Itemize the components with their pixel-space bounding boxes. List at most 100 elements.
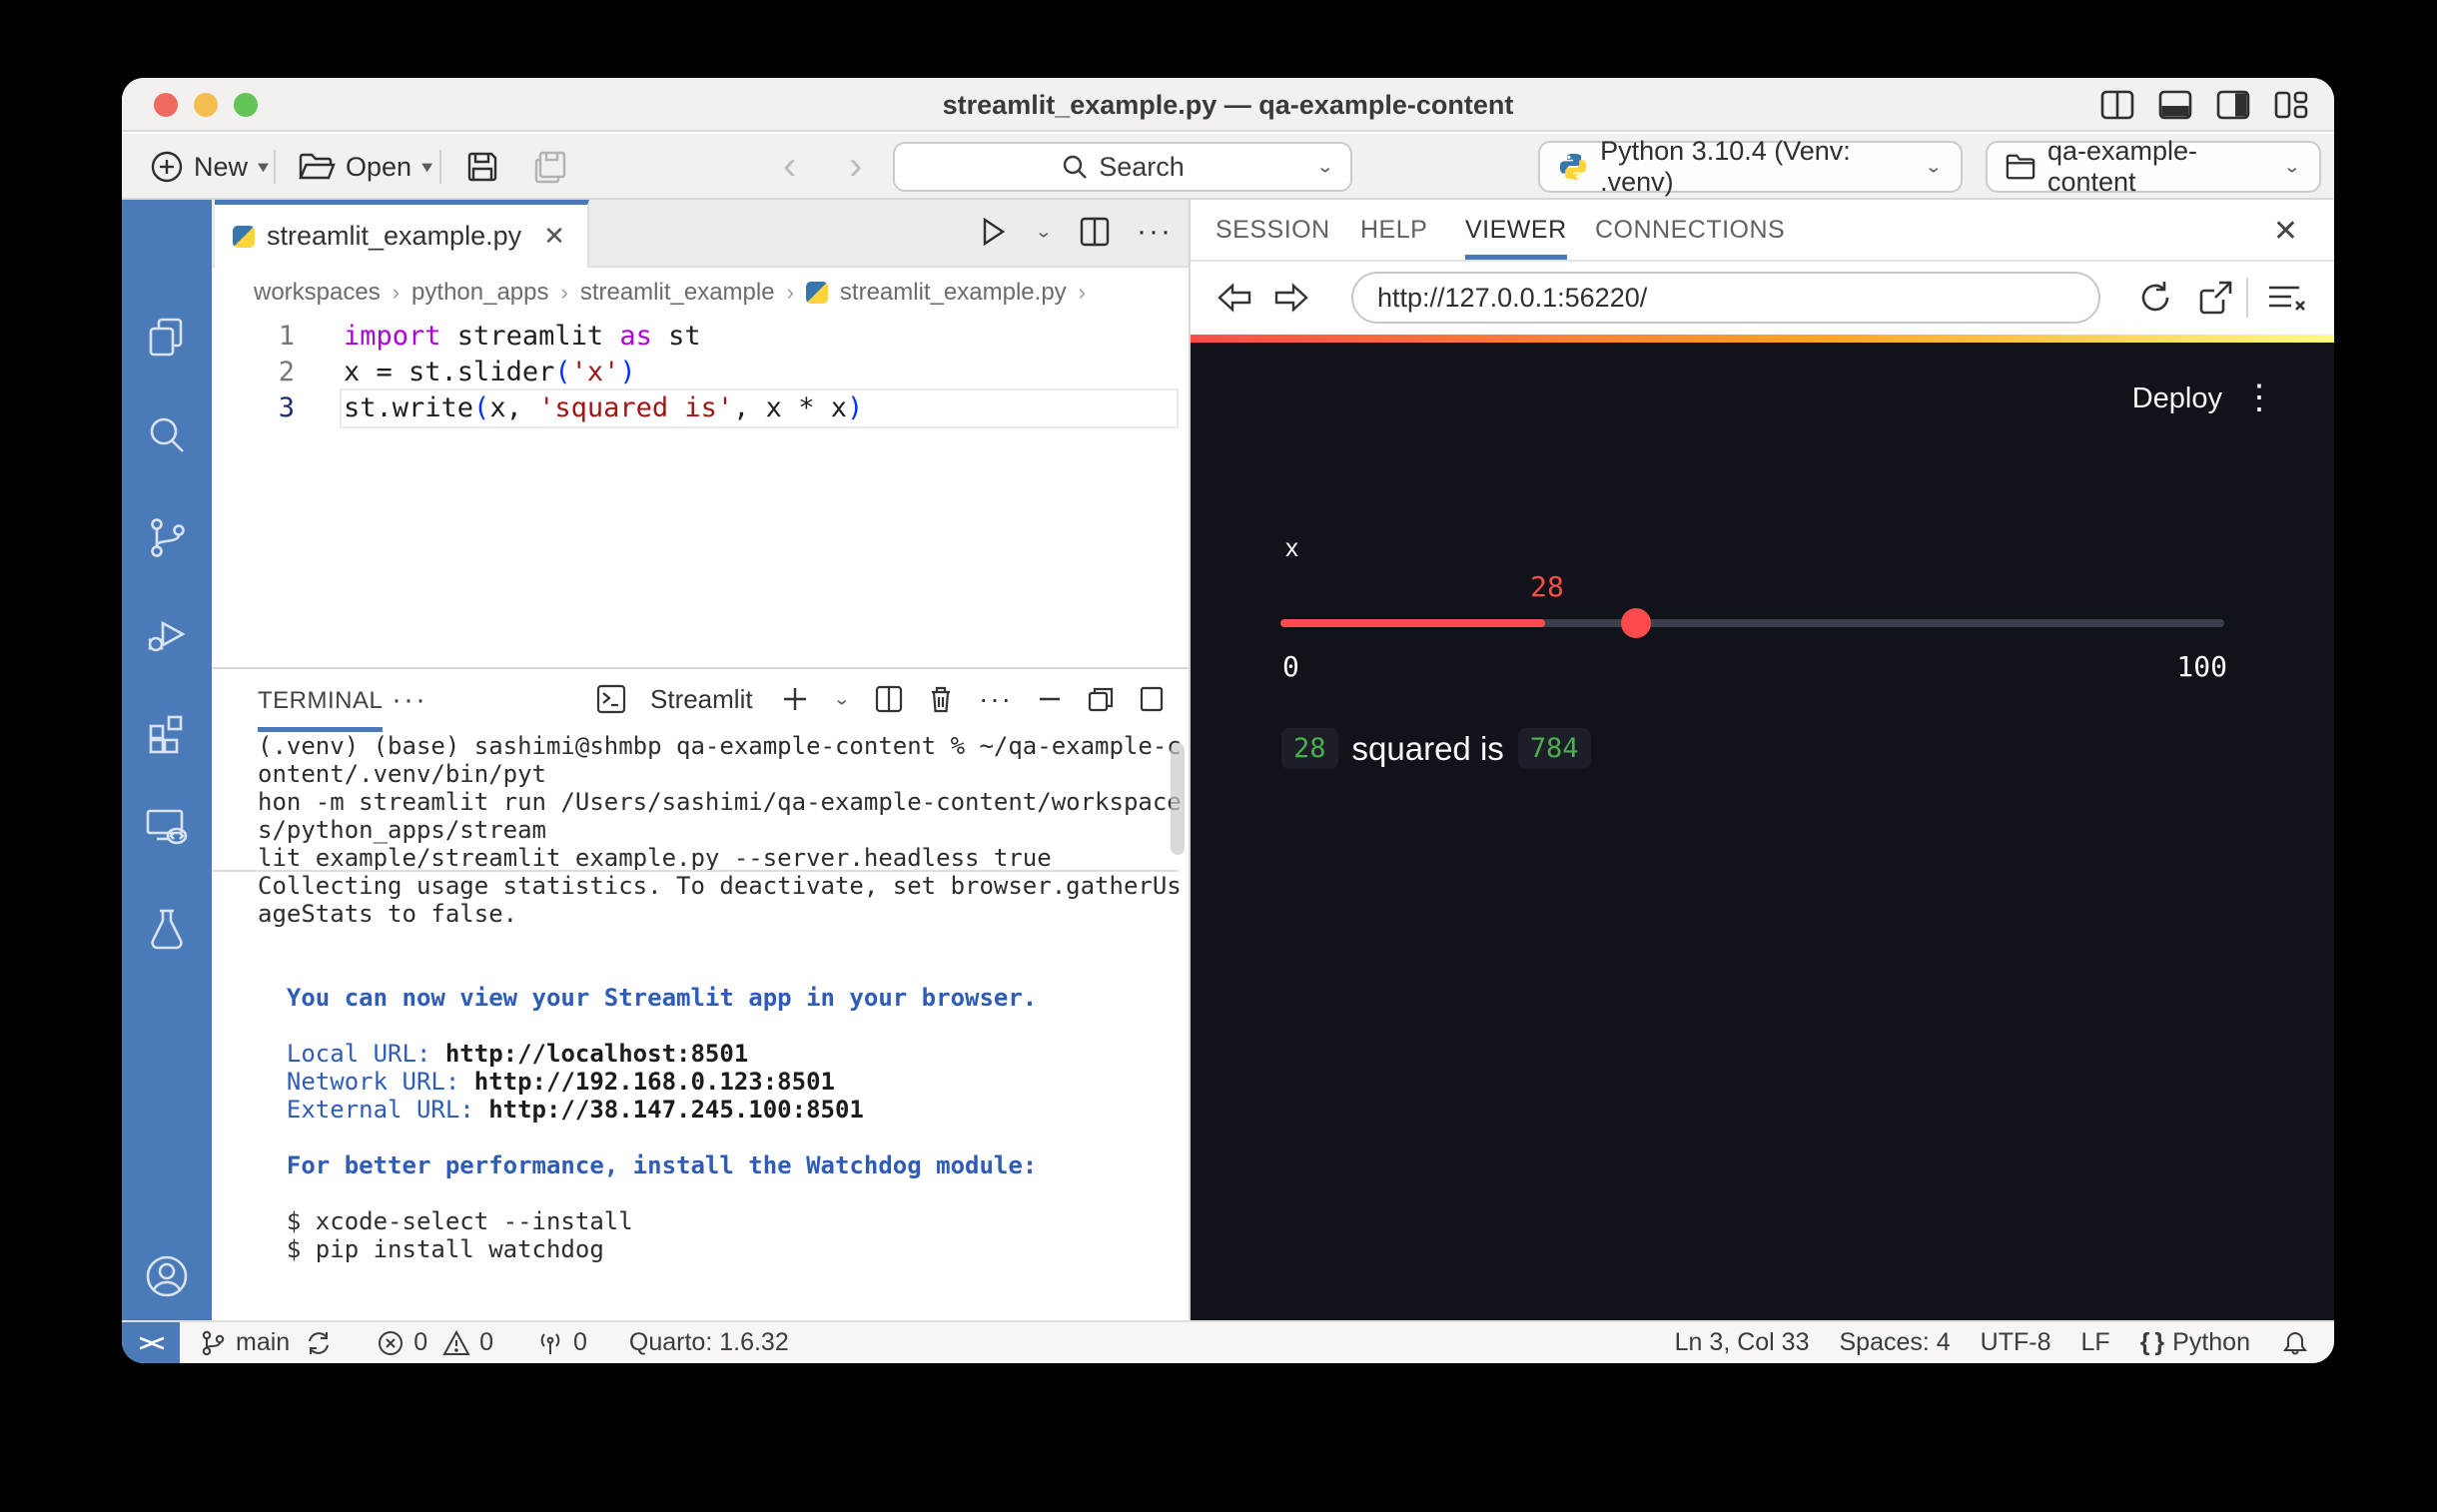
eol-status[interactable]: LF [2081,1328,2110,1357]
title-bar: streamlit_example.py — qa-example-conten… [122,78,2334,132]
viewer-forward-icon[interactable] [1271,278,1311,318]
panel-tab-help[interactable]: HELP [1360,200,1427,260]
interpreter-select[interactable]: Python 3.10.4 (Venv: .venv) ⌄ [1538,141,1963,193]
cursor-position-status[interactable]: Ln 3, Col 33 [1675,1328,1810,1357]
split-editor-icon[interactable] [1079,216,1111,248]
save-button[interactable] [457,141,507,193]
remote-indicator[interactable]: >< [122,1322,180,1363]
tab-close-icon[interactable]: ✕ [543,221,565,252]
terminal-line: Collecting usage statistics. To deactiva… [258,872,1159,900]
terminal-options-chevron-icon[interactable]: ⌄ [833,689,851,710]
run-options-chevron-icon[interactable]: ⌄ [1035,222,1053,243]
quarto-status[interactable]: Quarto: 1.6.32 [629,1328,789,1357]
slider-track[interactable] [1280,619,2224,627]
terminal-line: ontent/.venv/bin/pyt [258,760,1159,788]
editor-pane: streamlit_example.py ✕ ⌄ ··· workspaces›… [212,200,1189,667]
terminal-line [258,1012,1159,1040]
warnings-count: 0 [479,1328,493,1357]
search-icon [1061,153,1089,181]
streamlit-menu-icon[interactable]: ⋮ [2242,380,2276,414]
terminal-more-icon[interactable]: ··· [979,683,1013,715]
testing-icon[interactable] [143,905,191,953]
search-sidebar-icon[interactable] [143,411,191,459]
terminal-shell-label: Streamlit [650,684,753,715]
workspace-select[interactable]: qa-example-content ⌄ [1986,141,2321,193]
panel-tab-connections[interactable]: CONNECTIONS [1595,200,1785,260]
search-input[interactable]: Search ⌄ [893,142,1352,192]
terminal-line [258,928,1159,956]
open-button[interactable]: Open ▾ [290,141,440,193]
warnings-status[interactable]: 0 [441,1328,493,1358]
maximize-panel-icon[interactable] [1139,685,1165,713]
ide-window: streamlit_example.py — qa-example-conten… [122,78,2334,1363]
remote-explorer-icon[interactable] [143,803,191,851]
tab-filename: streamlit_example.py [267,221,521,252]
panel-more-icon[interactable]: ··· [392,683,427,717]
restore-panel-icon[interactable] [1087,685,1115,713]
breadcrumb-item[interactable]: python_apps [411,279,548,307]
editor-more-actions-icon[interactable]: ··· [1137,215,1173,249]
history-back-icon[interactable]: ‹ [783,144,796,189]
panel-tab-session[interactable]: SESSION [1216,200,1330,260]
run-file-button[interactable] [977,214,1009,250]
line-number: 3 [212,390,295,426]
terminal-scrollbar[interactable] [1171,743,1185,855]
breadcrumb[interactable]: workspaces›python_apps›streamlit_example… [254,270,1086,316]
language-mode-status[interactable]: { } Python [2140,1328,2250,1357]
viewer-nav-bar [1191,262,2334,335]
python-file-icon [233,226,255,248]
run-debug-icon[interactable] [143,611,191,659]
git-branch-status[interactable]: main [198,1328,290,1358]
terminal-line: $ xcode-select --install [258,1207,1159,1235]
toggle-sidebar-icon[interactable] [2100,89,2134,121]
toolbar-divider [439,150,441,184]
breadcrumb-item[interactable]: workspaces [254,279,381,307]
breadcrumb-item[interactable]: streamlit_example.py [840,279,1067,307]
terminal-tab[interactable]: TERMINAL [258,687,383,732]
split-terminal-icon[interactable] [875,685,903,713]
workspace-label: qa-example-content [2047,136,2271,198]
encoding-status[interactable]: UTF-8 [1981,1328,2051,1357]
customize-layout-icon[interactable] [2274,89,2308,121]
toggle-secondary-sidebar-icon[interactable] [2216,89,2250,121]
nav-divider [2246,278,2248,318]
code-line: 1import streamlit as st [212,319,1189,355]
terminal-output[interactable]: (.venv) (base) sashimi@shmbp qa-example-… [258,732,1159,1263]
code-line: 3st.write(x, 'squared is', x * x) [212,390,1189,426]
sync-status[interactable] [304,1328,334,1358]
terminal-header: TERMINAL ··· Streamlit ⌄ ··· [212,669,1189,739]
new-terminal-icon[interactable] [781,685,809,713]
clear-viewer-icon[interactable] [2265,278,2307,318]
minimize-panel-icon[interactable] [1037,686,1063,712]
search-label: Search [1099,152,1185,183]
open-in-browser-icon[interactable] [2195,278,2235,318]
indentation-status[interactable]: Spaces: 4 [1839,1328,1950,1357]
ports-status[interactable]: 0 [535,1328,587,1358]
breadcrumb-item[interactable]: streamlit_example [580,279,775,307]
tab-streamlit-example[interactable]: streamlit_example.py ✕ [215,200,589,268]
code-editor[interactable]: 1import streamlit as st2x = st.slider('x… [212,319,1189,426]
viewer-reload-icon[interactable] [2135,278,2175,318]
viewer-back-icon[interactable] [1215,278,1254,318]
account-icon[interactable] [143,1252,191,1300]
errors-status[interactable]: 0 [376,1328,427,1358]
panel-tab-viewer[interactable]: VIEWER [1465,200,1567,260]
history-forward-icon[interactable]: › [849,144,862,189]
slider-thumb[interactable] [1621,608,1651,638]
viewer-url-input[interactable] [1377,276,2084,320]
extensions-icon[interactable] [143,709,191,757]
new-button[interactable]: New ▾ [142,141,277,193]
interpreter-label: Python 3.10.4 (Venv: .venv) [1600,136,1912,198]
toggle-panel-icon[interactable] [2158,89,2192,121]
kill-terminal-icon[interactable] [927,684,955,714]
explorer-icon[interactable] [143,314,191,362]
panel-close-icon[interactable]: ✕ [2273,214,2298,249]
notifications-bell-icon[interactable] [2280,1328,2310,1358]
terminal-line [258,956,1159,984]
source-control-icon[interactable] [143,513,191,561]
terminal-line: Local URL: http://localhost:8501 [258,1040,1159,1068]
deploy-button[interactable]: Deploy [2132,382,2222,415]
save-all-button[interactable] [523,141,575,193]
viewer-url-field[interactable] [1351,272,2100,324]
toolbar-divider [274,150,276,184]
